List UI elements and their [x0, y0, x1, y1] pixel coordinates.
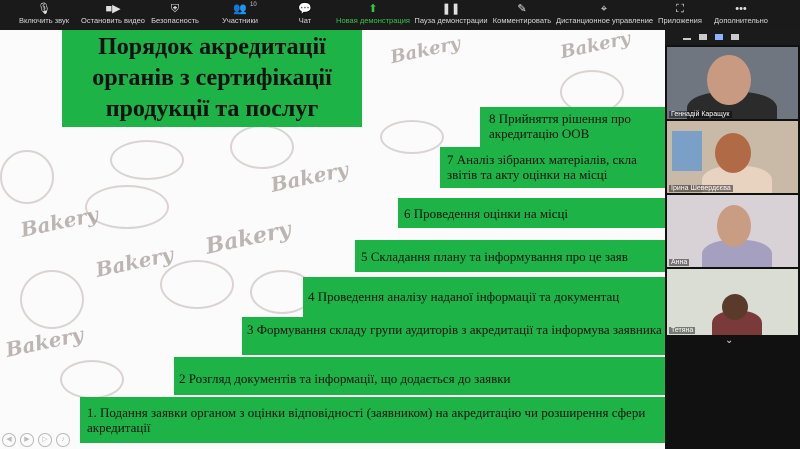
video-camera-icon: ■▶: [105, 3, 121, 15]
shared-slide: Bakery Bakery Bakery Bakery Bakery Baker…: [0, 30, 665, 449]
participant-name: Анна: [669, 259, 690, 266]
step-7: 7 Аналіз зібраних матеріалів, скла звіті…: [440, 147, 665, 188]
minimize-icon[interactable]: [683, 38, 691, 40]
participant-name: Геннадій Каращук: [669, 111, 732, 118]
shield-icon: ⛨: [170, 3, 180, 15]
window-background: [672, 131, 702, 171]
participant-face: [707, 55, 751, 105]
basket-drawing: [20, 270, 84, 329]
croissant-drawing: [230, 125, 294, 169]
chat-button[interactable]: 💬 Чат: [290, 0, 320, 30]
pattern-text: Bakery: [203, 216, 294, 260]
more-button[interactable]: ••• Дополнительно: [712, 0, 770, 30]
participant-name: Тетяна: [669, 327, 696, 334]
participant-face: [722, 294, 748, 320]
single-view-icon[interactable]: [699, 34, 707, 40]
video-gallery: Геннадій Каращук Ірина Шевердєєва Анна Т…: [665, 30, 800, 449]
more-icon: •••: [735, 3, 747, 15]
bread-drawing: [110, 140, 184, 180]
video-controls: ◀ ▶ ▷ ♪: [0, 431, 120, 449]
apps-icon: ⛶: [676, 3, 684, 15]
gallery-view-controls: [665, 30, 800, 45]
pattern-text: Bakery: [388, 32, 463, 69]
participants-count: 10: [250, 2, 257, 8]
participant-face: [715, 133, 751, 173]
share-screen-icon: ⬆: [368, 3, 378, 15]
gallery-view-icon[interactable]: [715, 34, 723, 40]
pause-icon: ❚❚: [441, 3, 461, 15]
slide-title-box: Порядок акредитації органів з сертифікац…: [62, 30, 362, 127]
slide-title: Порядок акредитації органів з сертифікац…: [92, 34, 332, 122]
step-2: 2 Розгляд документів та інформації, що д…: [174, 357, 665, 395]
step-6: 6 Проведення оцінки на місці: [398, 198, 665, 228]
bread-drawing: [160, 260, 234, 309]
bread-drawing: [60, 360, 124, 399]
pause-share-button[interactable]: ❚❚ Пауза демонстрации: [414, 0, 488, 30]
meeting-toolbar: 🎙 Включить звук ■▶ Остановить видео ⛨ Бе…: [0, 0, 800, 30]
remote-control-button[interactable]: ⌖ Дистанционное управление: [556, 0, 653, 30]
chevron-down-icon[interactable]: ⌄: [725, 335, 733, 346]
participant-tile[interactable]: Тетяна: [667, 269, 798, 335]
step-1: 1. Подання заявки органом з оцінки відпо…: [80, 397, 665, 443]
remote-control-icon: ⌖: [600, 3, 608, 15]
stop-video-button[interactable]: ■▶ Остановить видео: [80, 0, 146, 30]
pen-icon: ✎: [517, 3, 527, 15]
step-3: 3 Формування складу групи аудиторів з ак…: [242, 317, 665, 355]
bread-drawing: [85, 185, 169, 229]
participant-tile[interactable]: Анна: [667, 195, 798, 267]
security-button[interactable]: ⛨ Безопасность: [148, 0, 202, 30]
volume-icon[interactable]: ♪: [56, 433, 70, 447]
step-5: 5 Складання плану та інформування про це…: [355, 240, 665, 272]
previous-icon[interactable]: ◀: [2, 433, 16, 447]
participant-tile[interactable]: Ірина Шевердєєва: [667, 121, 798, 193]
participant-face: [717, 205, 751, 247]
participant-tile[interactable]: Геннадій Каращук: [667, 47, 798, 119]
participants-button[interactable]: 👥 10 Участники: [216, 0, 264, 30]
bun-drawing: [0, 150, 54, 204]
chat-icon: 💬: [298, 3, 312, 15]
annotate-button[interactable]: ✎ Комментировать: [490, 0, 554, 30]
apps-button[interactable]: ⛶ Приложения: [654, 0, 706, 30]
bread-drawing: [380, 120, 444, 154]
microphone-muted-icon: 🎙: [37, 3, 51, 15]
participant-name: Ірина Шевердєєва: [669, 185, 733, 192]
unmute-button[interactable]: 🎙 Включить звук: [8, 0, 80, 30]
new-share-button[interactable]: ⬆ Новая демонстрация: [334, 0, 412, 30]
pattern-text: Bakery: [558, 30, 633, 64]
step-4: 4 Проведення аналізу наданої інформації …: [303, 277, 665, 317]
next-icon[interactable]: ▷: [38, 433, 52, 447]
step-8: 8 Прийняття рішення про акредитацію ООВ: [480, 107, 665, 147]
side-view-icon[interactable]: [731, 34, 739, 40]
play-icon[interactable]: ▶: [20, 433, 34, 447]
